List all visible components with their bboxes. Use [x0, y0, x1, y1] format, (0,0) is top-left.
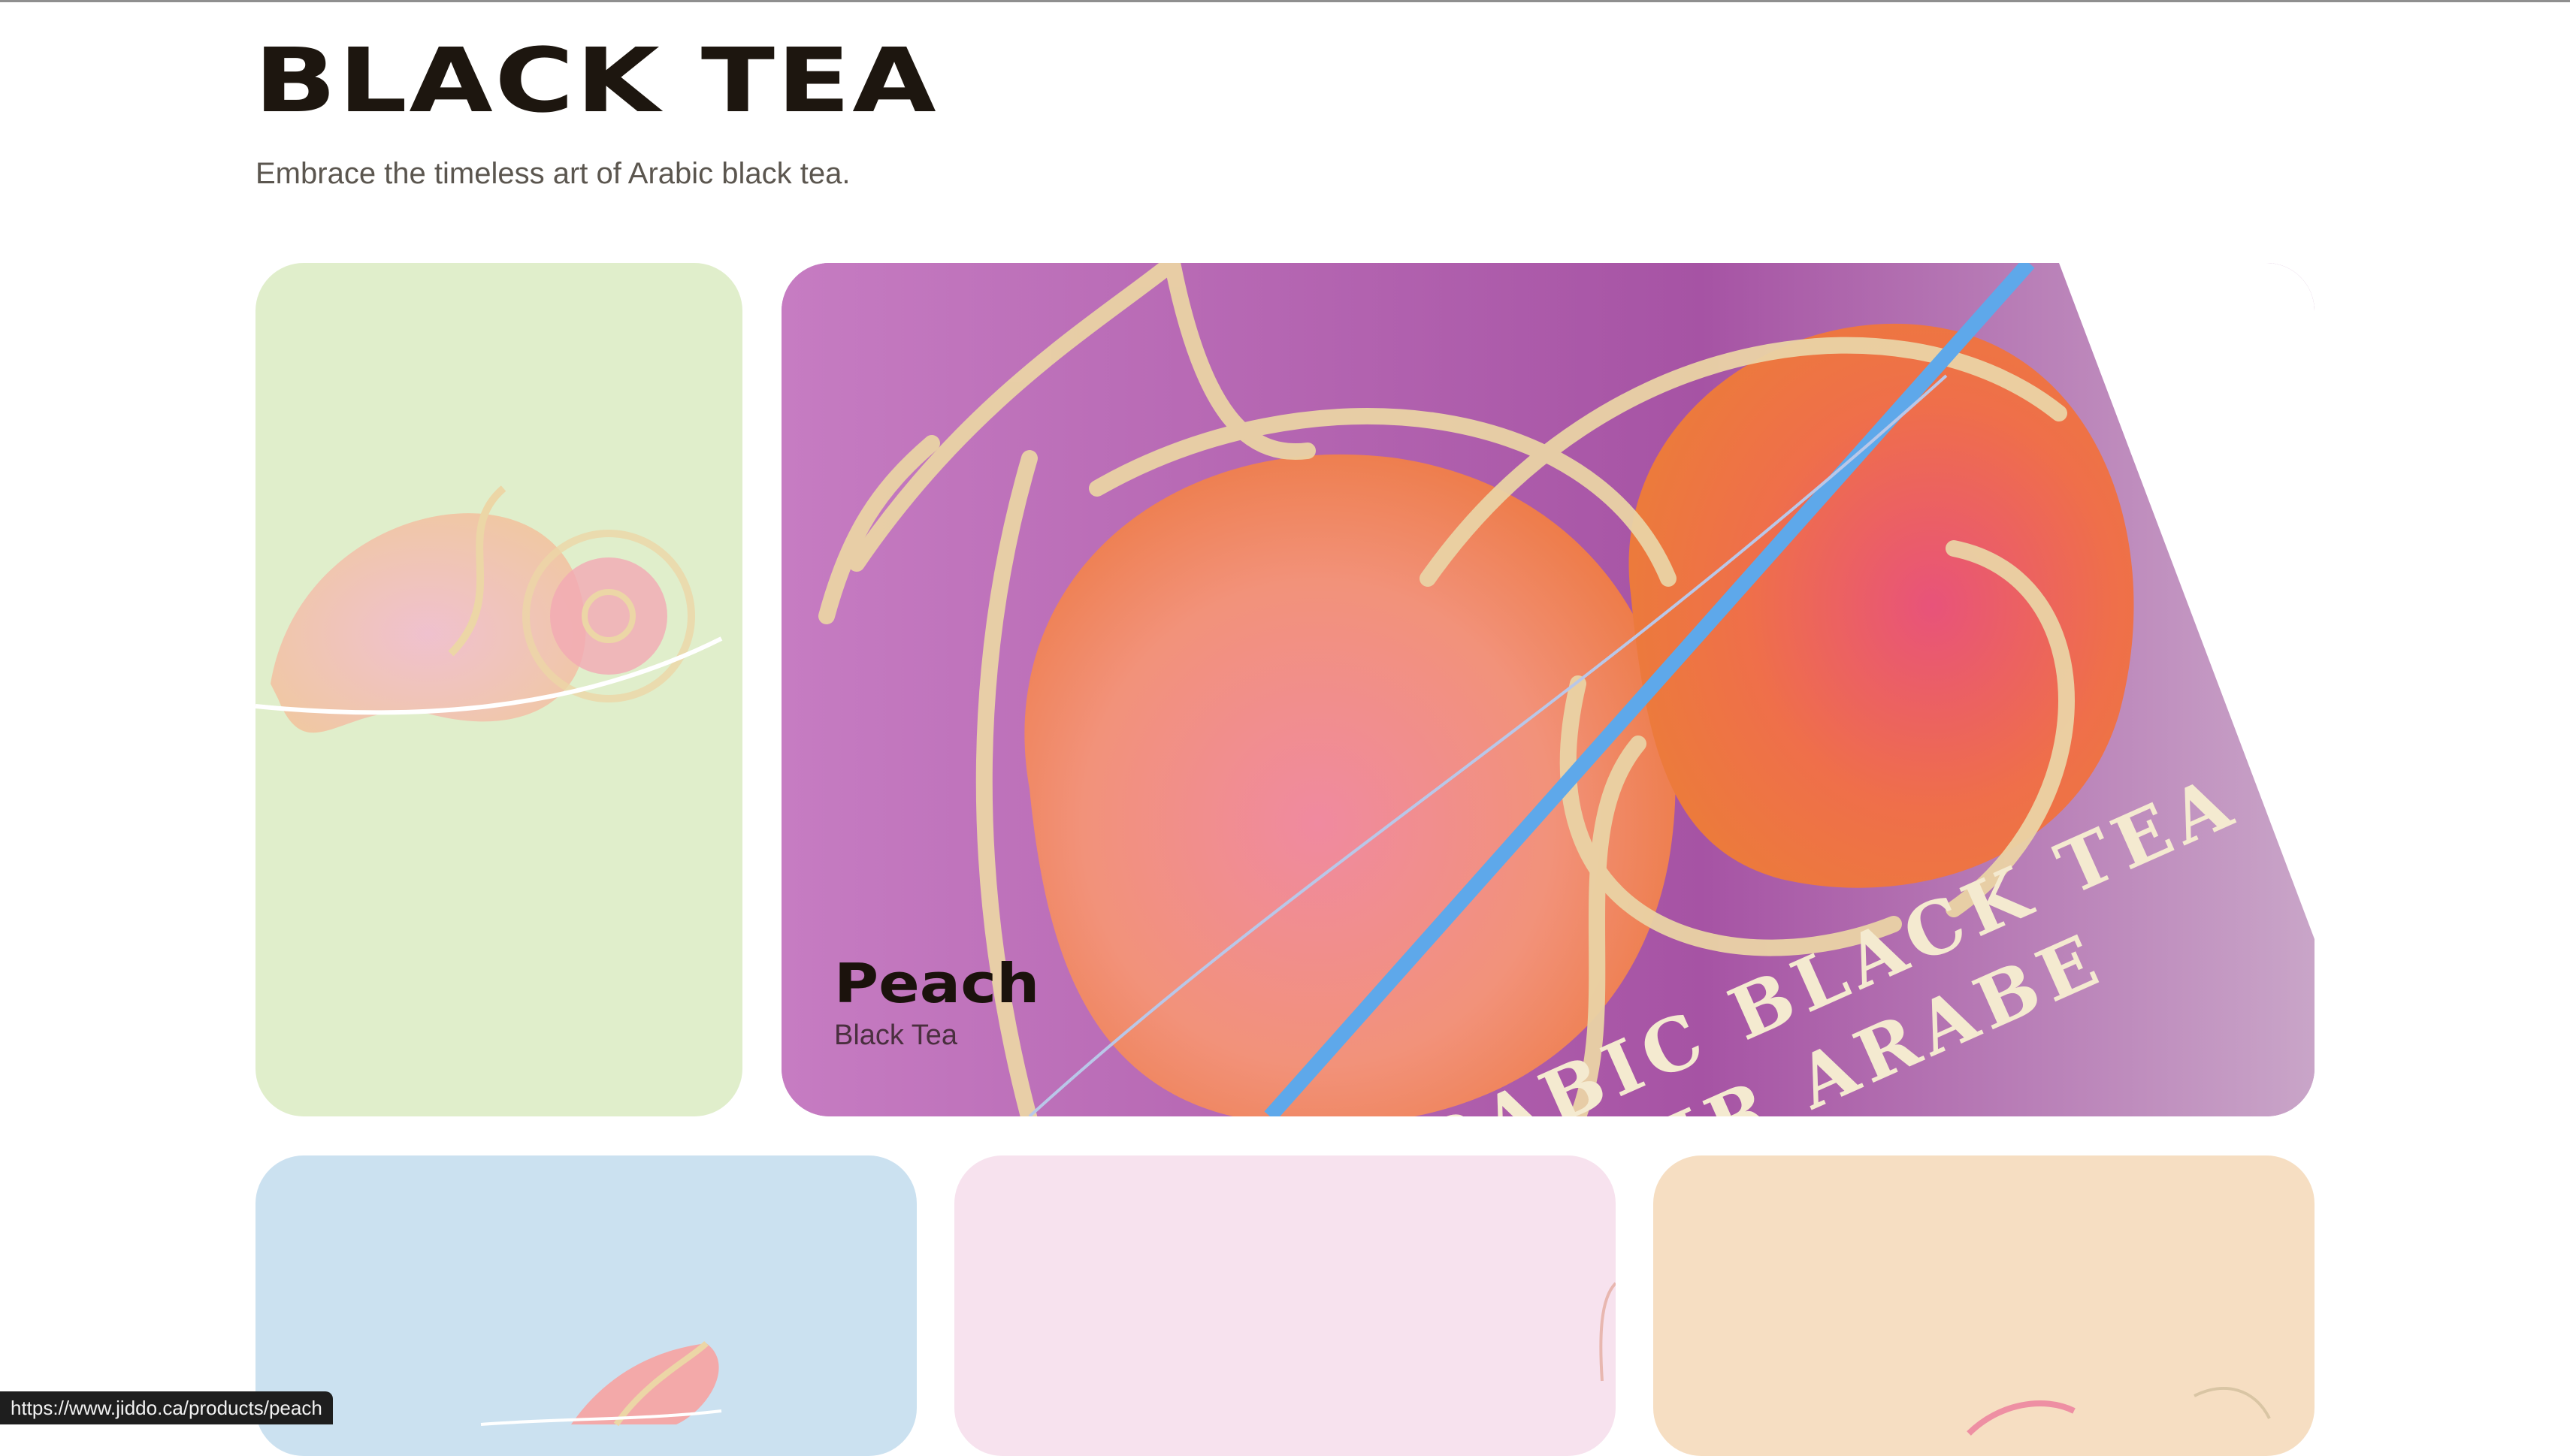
link-preview-status: https://www.jiddo.ca/products/peach	[0, 1391, 333, 1424]
product-card-orange[interactable]	[1653, 1155, 2315, 1456]
top-border	[0, 0, 2570, 2]
product-card-green[interactable]	[255, 263, 742, 1116]
product-card-blue[interactable]	[255, 1155, 917, 1456]
page-subtitle: Embrace the timeless art of Arabic black…	[255, 157, 851, 190]
product-subtitle: Black Tea	[834, 1020, 958, 1052]
product-card-peach[interactable]: ARABIC BLACK TEA NOIR ARABE Peach Black …	[782, 263, 2315, 1116]
page-title: BLACK TEA	[254, 29, 939, 132]
blue-card-illustration	[480, 1341, 722, 1427]
product-title[interactable]: Peach	[834, 953, 1039, 1013]
orange-card-illustration	[1967, 1387, 2271, 1436]
product-card-pink[interactable]	[954, 1155, 1616, 1456]
product-caption: Peach Black Tea	[834, 953, 1039, 1052]
pink-card-illustration	[1599, 1282, 1616, 1382]
citrus-peach-illustration	[255, 485, 723, 733]
